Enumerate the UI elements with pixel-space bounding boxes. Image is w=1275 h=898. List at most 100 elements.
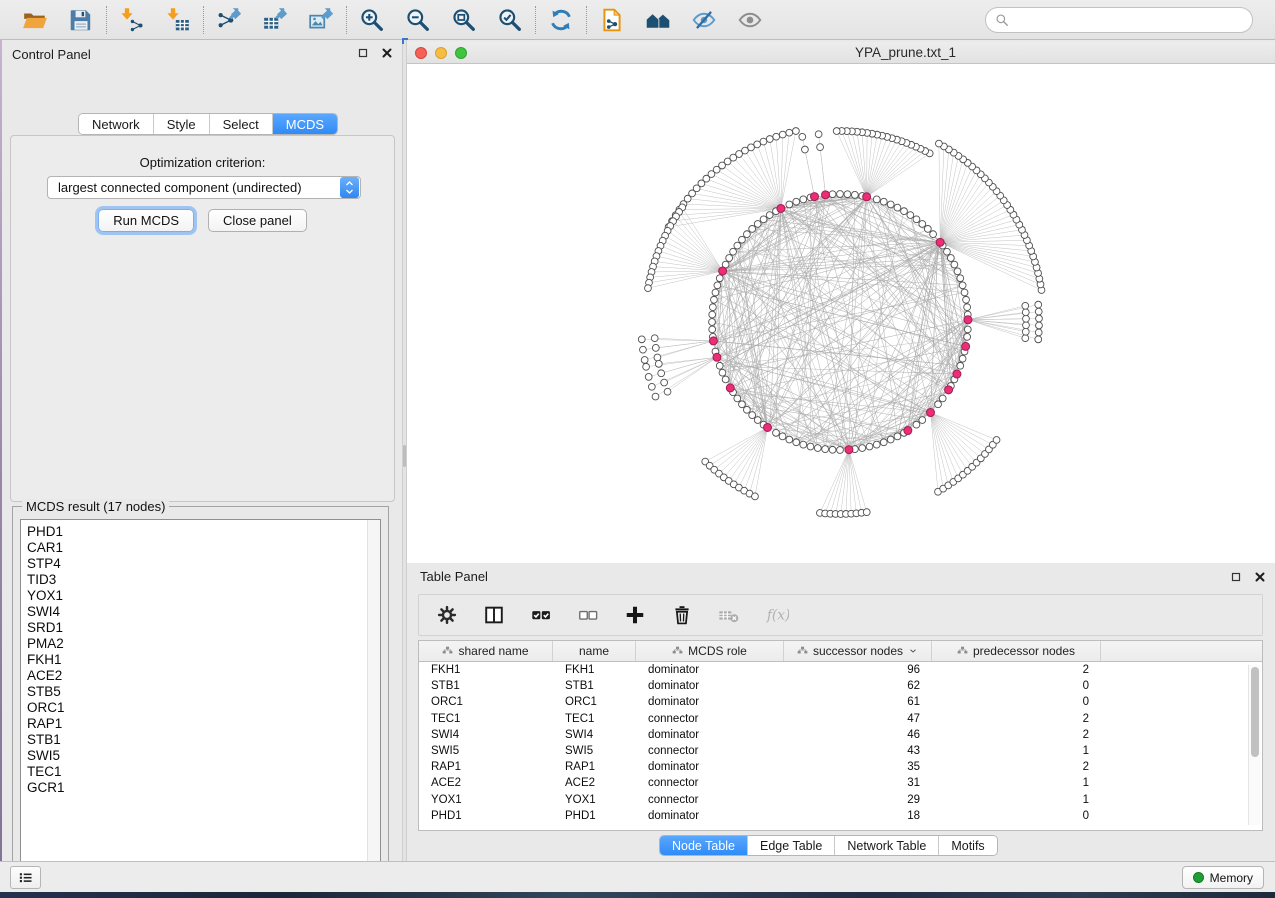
tab-node-table[interactable]: Node Table <box>660 836 748 855</box>
network-node[interactable] <box>638 336 645 343</box>
mcds-node[interactable] <box>904 427 912 435</box>
show-all-button[interactable] <box>734 4 766 36</box>
network-node[interactable] <box>963 296 970 303</box>
network-node[interactable] <box>964 326 971 333</box>
network-node[interactable] <box>913 421 920 428</box>
network-node[interactable] <box>901 208 908 215</box>
network-node[interactable] <box>709 311 716 318</box>
select-all-button[interactable] <box>528 602 554 628</box>
network-node[interactable] <box>739 236 746 243</box>
maximize-window-icon[interactable] <box>455 47 467 59</box>
network-node[interactable] <box>844 191 851 198</box>
network-node[interactable] <box>652 393 659 400</box>
add-column-button[interactable] <box>622 602 648 628</box>
mcds-node[interactable] <box>777 204 785 212</box>
network-node[interactable] <box>730 248 737 255</box>
network-node[interactable] <box>887 201 894 208</box>
network-node[interactable] <box>837 447 844 454</box>
network-node[interactable] <box>822 446 829 453</box>
network-node[interactable] <box>773 133 780 140</box>
delete-column-button[interactable] <box>669 602 695 628</box>
network-node[interactable] <box>651 335 658 342</box>
network-node[interactable] <box>645 285 652 292</box>
mcds-result-item[interactable]: PMA2 <box>21 636 366 652</box>
table-row[interactable]: ORC1ORC1dominator610 <box>419 694 1262 710</box>
import-table-button[interactable] <box>162 4 194 36</box>
network-node[interactable] <box>1022 302 1029 309</box>
network-node[interactable] <box>863 509 870 516</box>
network-node[interactable] <box>947 255 954 262</box>
network-node[interactable] <box>716 275 723 282</box>
network-node[interactable] <box>1035 301 1042 308</box>
network-node[interactable] <box>709 304 716 311</box>
new-network-from-selection-button[interactable] <box>596 4 628 36</box>
tab-mcds[interactable]: MCDS <box>273 114 337 134</box>
mcds-node[interactable] <box>822 191 830 199</box>
network-node[interactable] <box>800 441 807 448</box>
network-node[interactable] <box>817 144 824 151</box>
mcds-node[interactable] <box>953 370 961 378</box>
network-node[interactable] <box>993 437 1000 444</box>
mcds-list-scrollbar[interactable] <box>367 520 380 870</box>
network-node[interactable] <box>716 362 723 369</box>
network-node[interactable] <box>760 138 767 145</box>
network-node[interactable] <box>799 133 806 140</box>
network-node[interactable] <box>880 439 887 446</box>
network-node[interactable] <box>880 198 887 205</box>
mcds-result-item[interactable]: CAR1 <box>21 540 366 556</box>
memory-button[interactable]: Memory <box>1182 866 1264 889</box>
close-window-icon[interactable] <box>415 47 427 59</box>
open-button[interactable] <box>19 4 51 36</box>
network-node[interactable] <box>959 355 966 362</box>
network-node[interactable] <box>1023 315 1030 322</box>
network-node[interactable] <box>734 395 741 402</box>
network-node[interactable] <box>743 231 750 238</box>
zoom-selected-button[interactable] <box>494 4 526 36</box>
minimize-window-icon[interactable] <box>435 47 447 59</box>
network-node[interactable] <box>779 433 786 440</box>
network-node[interactable] <box>719 369 726 376</box>
network-node[interactable] <box>837 191 844 198</box>
network-node[interactable] <box>722 376 729 383</box>
float-panel-icon[interactable] <box>355 45 370 60</box>
column-header-name[interactable]: name <box>553 641 636 661</box>
network-node[interactable] <box>800 196 807 203</box>
column-header-MCDS-role[interactable]: MCDS role <box>636 641 784 661</box>
mcds-node[interactable] <box>764 423 772 431</box>
mcds-node[interactable] <box>945 386 953 394</box>
network-node[interactable] <box>793 439 800 446</box>
tab-edge-table[interactable]: Edge Table <box>748 836 835 855</box>
network-node[interactable] <box>743 406 750 413</box>
zoom-out-button[interactable] <box>402 4 434 36</box>
network-node[interactable] <box>957 362 964 369</box>
table-row[interactable]: ACE2ACE2connector311 <box>419 775 1262 791</box>
network-node[interactable] <box>714 282 721 289</box>
network-node[interactable] <box>959 282 966 289</box>
export-image-button[interactable] <box>305 4 337 36</box>
network-node[interactable] <box>709 326 716 333</box>
mcds-result-item[interactable]: STB5 <box>21 684 366 700</box>
network-node[interactable] <box>951 261 958 268</box>
mcds-result-item[interactable]: SWI5 <box>21 748 366 764</box>
mcds-result-item[interactable]: PHD1 <box>21 524 366 540</box>
table-scrollbar[interactable] <box>1248 665 1261 825</box>
zoom-fit-button[interactable] <box>448 4 480 36</box>
tab-network[interactable]: Network <box>79 114 154 134</box>
network-node[interactable] <box>964 304 971 311</box>
save-button[interactable] <box>65 4 97 36</box>
network-node[interactable] <box>773 429 780 436</box>
mcds-result-item[interactable]: SWI4 <box>21 604 366 620</box>
network-node[interactable] <box>760 216 767 223</box>
network-node[interactable] <box>749 225 756 232</box>
mcds-node[interactable] <box>810 193 818 201</box>
network-node[interactable] <box>655 360 662 367</box>
network-node[interactable] <box>807 443 814 450</box>
table-row[interactable]: YOX1YOX1connector291 <box>419 792 1262 808</box>
mcds-result-item[interactable]: STB1 <box>21 732 366 748</box>
network-node[interactable] <box>859 445 866 452</box>
tab-select[interactable]: Select <box>210 114 273 134</box>
network-node[interactable] <box>739 401 746 408</box>
zoom-in-button[interactable] <box>356 4 388 36</box>
mcds-result-item[interactable]: ORC1 <box>21 700 366 716</box>
table-row[interactable]: STB1STB1dominator620 <box>419 678 1262 694</box>
